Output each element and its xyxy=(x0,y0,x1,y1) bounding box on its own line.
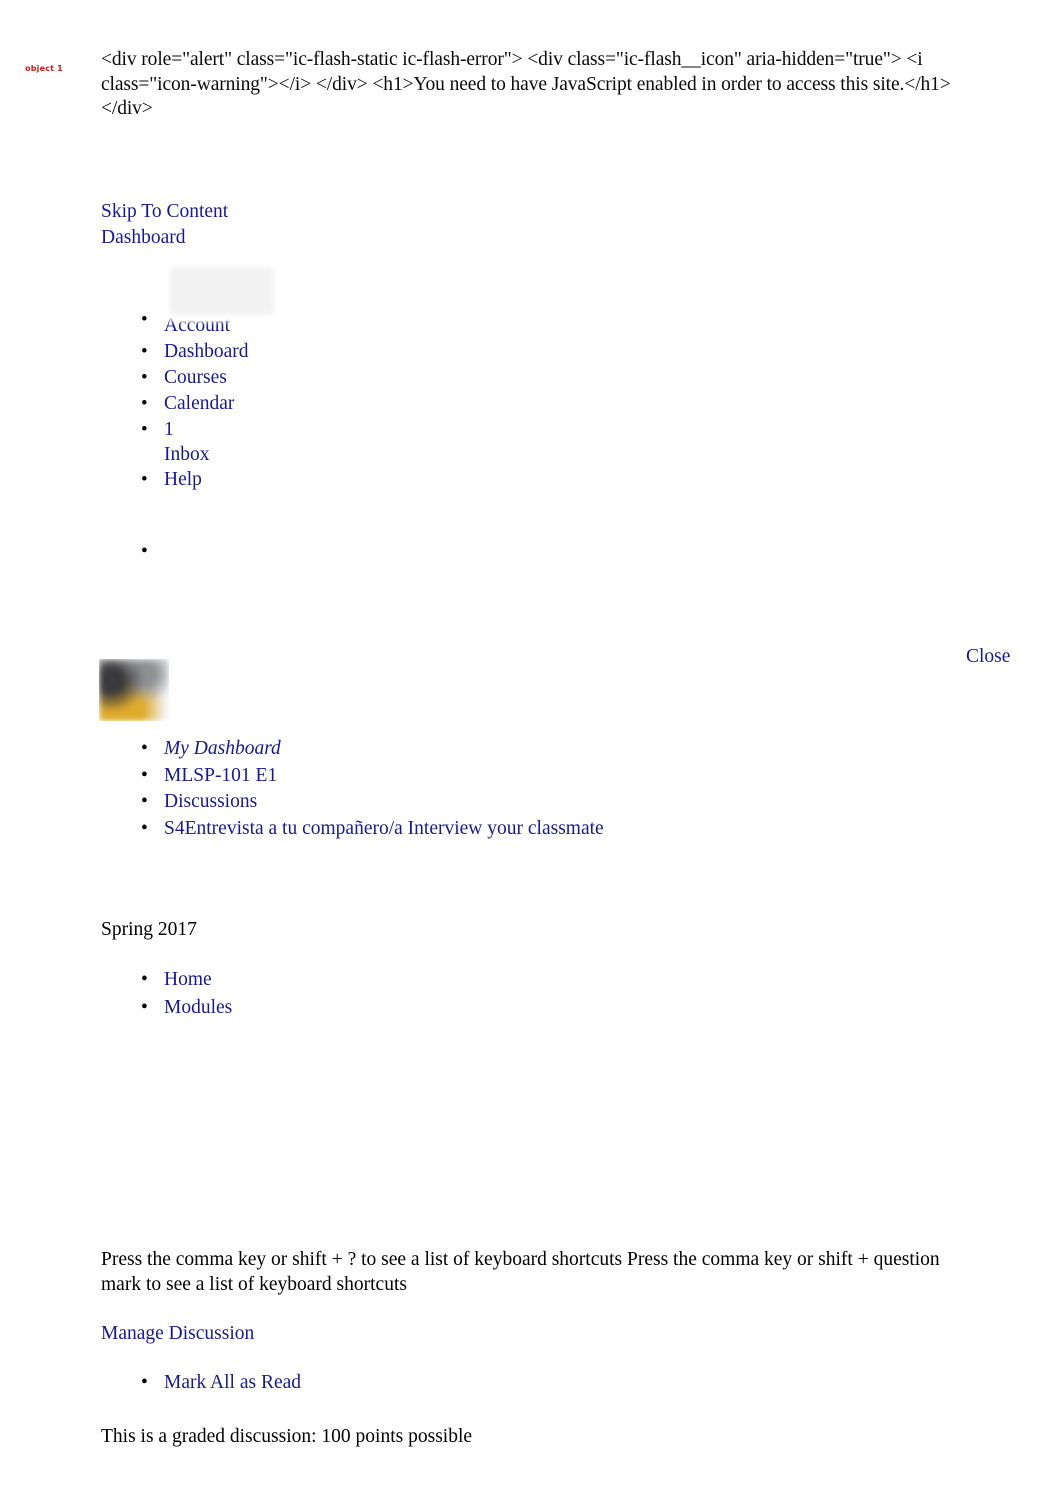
course-navigation-list: Home Modules xyxy=(101,968,461,1023)
empty-list xyxy=(101,540,401,565)
nav-link-calendar[interactable]: Calendar xyxy=(164,392,521,417)
avatar-image-content xyxy=(99,659,169,721)
nav-item-courses[interactable]: Courses xyxy=(101,366,521,392)
nav-link-courses[interactable]: Courses xyxy=(164,366,521,391)
breadcrumb-link-discussions[interactable]: Discussions xyxy=(164,791,257,812)
account-thumbnail-image xyxy=(163,260,281,322)
breadcrumb-item-topic[interactable]: S4Entrevista a tu compañero/a Interview … xyxy=(101,817,841,844)
course-nav-link-modules[interactable]: Modules xyxy=(164,997,232,1018)
nav-link-help[interactable]: Help xyxy=(164,468,521,493)
term-heading: Spring 2017 xyxy=(101,919,197,940)
nav-item-inbox[interactable]: 1 Inbox xyxy=(101,418,521,468)
course-nav-item-modules[interactable]: Modules xyxy=(101,996,461,1024)
close-link[interactable]: Close xyxy=(966,645,1010,670)
course-nav-link-home[interactable]: Home xyxy=(164,969,212,990)
global-navigation-list: Account Dashboard Courses Calendar 1 Inb… xyxy=(101,260,521,494)
breadcrumb-item-my-dashboard[interactable]: My Dashboard xyxy=(101,737,841,764)
graded-discussion-note: This is a graded discussion: 100 points … xyxy=(101,1426,473,1447)
inbox-unread-count: 1 xyxy=(164,419,174,440)
document-page: <div role="alert" class="ic-flash-static… xyxy=(0,0,1062,1506)
menu-item-mark-all-as-read[interactable]: Mark All as Read xyxy=(101,1371,501,1397)
nav-link-inbox[interactable]: Inbox xyxy=(164,443,521,468)
nav-link-dashboard[interactable]: Dashboard xyxy=(164,340,521,365)
breadcrumb-link-course[interactable]: MLSP-101 E1 xyxy=(164,765,277,786)
breadcrumb-link-my-dashboard[interactable]: My Dashboard xyxy=(164,738,281,759)
breadcrumb-item-discussions[interactable]: Discussions xyxy=(101,790,841,817)
breadcrumb-item-course[interactable]: MLSP-101 E1 xyxy=(101,764,841,791)
nav-item-calendar[interactable]: Calendar xyxy=(101,392,521,418)
nav-item-dashboard[interactable]: Dashboard xyxy=(101,340,521,366)
breadcrumb-link-topic[interactable]: S4Entrevista a tu compañero/a Interview … xyxy=(164,818,604,839)
keyboard-shortcuts-text: Press the comma key or shift + ? to see … xyxy=(101,1249,940,1296)
mark-all-as-read-link[interactable]: Mark All as Read xyxy=(164,1372,301,1393)
course-nav-item-home[interactable]: Home xyxy=(101,968,461,996)
skip-to-content-link[interactable]: Skip To Content xyxy=(101,200,228,225)
list-item xyxy=(101,540,401,565)
javascript-disabled-source-text: <div role="alert" class="ic-flash-static… xyxy=(101,49,951,120)
nav-item-account[interactable]: Account xyxy=(101,260,521,340)
user-avatar-image xyxy=(99,659,169,721)
dashboard-link[interactable]: Dashboard xyxy=(101,226,185,251)
breadcrumb: My Dashboard MLSP-101 E1 Discussions S4E… xyxy=(101,737,841,843)
manage-discussion-link[interactable]: Manage Discussion xyxy=(101,1322,254,1347)
nav-item-help[interactable]: Help xyxy=(101,468,521,494)
avatar-object-caption: object 1 xyxy=(25,64,63,73)
manage-discussion-menu: Mark All as Read xyxy=(101,1371,501,1397)
